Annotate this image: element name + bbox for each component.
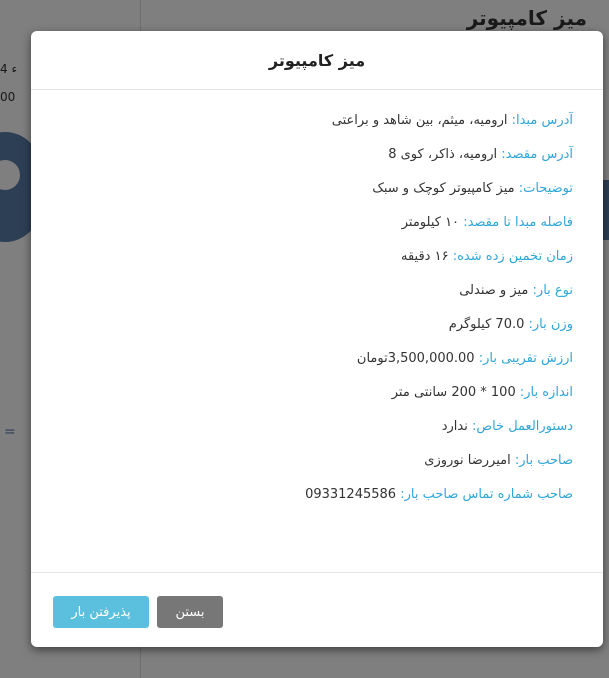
field-value: 100 * 200 سانتی متر	[391, 385, 520, 400]
field-owner-phone: صاحب شماره تماس صاحب بار: 09331245586	[61, 486, 573, 504]
field-label: آدرس مبدا:	[511, 113, 573, 128]
field-label: توضیحات:	[518, 181, 573, 196]
field-description: توضیحات: میز کامپیوتر کوچک و سبک	[61, 180, 573, 198]
field-value: 3,500,000.00تومان	[356, 351, 479, 366]
modal-body: آدرس مبدا: ارومیه، میثم، بین شاهد و براع…	[31, 90, 603, 504]
field-special-instructions: دستورالعمل خاص: ندارد	[61, 418, 573, 436]
field-value: 70.0 کیلوگرم	[448, 317, 529, 332]
field-value: ۱۶ دقیقه	[401, 249, 453, 264]
field-value: امیررضا نوروزی	[424, 453, 515, 468]
field-label: زمان تخمین زده شده:	[452, 249, 573, 264]
field-value: ندارد	[441, 419, 472, 434]
field-destination-address: آدرس مقصد: ارومیه، ذاکر، کوی 8	[61, 146, 573, 164]
field-label: دستورالعمل خاص:	[471, 419, 573, 434]
field-value: 09331245586	[305, 487, 401, 502]
field-label: آدرس مقصد:	[501, 147, 573, 162]
field-value: میز کامپیوتر کوچک و سبک	[372, 181, 519, 196]
field-estimated-time: زمان تخمین زده شده: ۱۶ دقیقه	[61, 248, 573, 266]
close-button[interactable]: بستن	[157, 596, 223, 628]
field-value: ارومیه، ذاکر، کوی 8	[388, 147, 502, 162]
field-value: ۱۰ کیلومتر	[401, 215, 464, 230]
field-label: فاصله مبدا تا مقصد:	[463, 215, 573, 230]
field-cargo-weight: وزن بار: 70.0 کیلوگرم	[61, 316, 573, 334]
field-cargo-owner: صاحب بار: امیررضا نوروزی	[61, 452, 573, 470]
field-value: میز و صندلی	[459, 283, 533, 298]
field-cargo-type: نوع بار: میز و صندلی	[61, 282, 573, 300]
field-label: اندازه بار:	[519, 385, 573, 400]
field-label: صاحب شماره تماس صاحب بار:	[400, 487, 573, 502]
cargo-details-modal: میز کامپیوتر آدرس مبدا: ارومیه، میثم، بی…	[31, 31, 603, 647]
field-label: وزن بار:	[528, 317, 573, 332]
accept-cargo-button[interactable]: پذیرفتن بار	[53, 596, 149, 628]
modal-header: میز کامپیوتر	[31, 31, 603, 90]
field-label: ارزش تقریبی بار:	[478, 351, 573, 366]
field-distance: فاصله مبدا تا مقصد: ۱۰ کیلومتر	[61, 214, 573, 232]
field-origin-address: آدرس مبدا: ارومیه، میثم، بین شاهد و براع…	[61, 112, 573, 130]
field-value: ارومیه، میثم، بین شاهد و براعتی	[331, 113, 512, 128]
field-cargo-value: ارزش تقریبی بار: 3,500,000.00تومان	[61, 350, 573, 368]
modal-title: میز کامپیوتر	[268, 50, 366, 70]
modal-footer: بستن پذیرفتن بار	[31, 572, 603, 647]
field-label: نوع بار:	[532, 283, 573, 298]
field-label: صاحب بار:	[514, 453, 573, 468]
field-cargo-size: اندازه بار: 100 * 200 سانتی متر	[61, 384, 573, 402]
